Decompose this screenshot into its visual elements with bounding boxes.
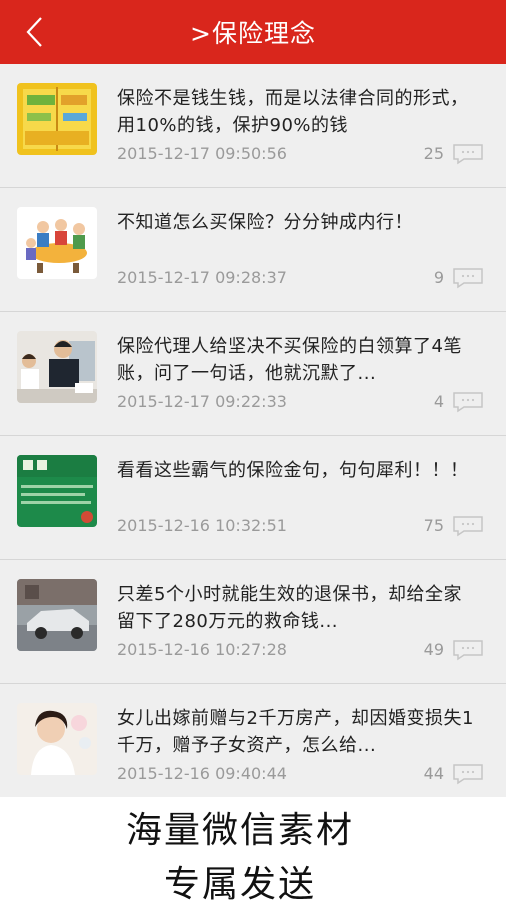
article-date: 2015-12-16 10:27:28 (117, 640, 287, 659)
article-item[interactable]: 保险不是钱生钱，而是以法律合同的形式，用10%的钱，保护90%的钱 2015-1… (0, 64, 506, 188)
article-item[interactable]: 保险代理人给坚决不买保险的白领算了4笔账，问了一句话，他就沉默了... 2015… (0, 312, 506, 436)
comment-count: 75 (423, 516, 444, 535)
article-date: 2015-12-16 10:32:51 (117, 516, 287, 535)
green-banner-image (17, 455, 97, 527)
article-date: 2015-12-16 09:40:44 (117, 764, 287, 783)
page-title: >保险理念 (190, 19, 316, 48)
article-thumbnail (17, 455, 97, 527)
article-date: 2015-12-17 09:22:33 (117, 392, 287, 411)
promo-line-1: 海量微信素材 (125, 810, 354, 851)
article-item[interactable]: 看看这些霸气的保险金句，句句犀利！！！ 2015-12-16 10:32:51 … (0, 436, 506, 560)
article-thumbnail (17, 83, 97, 155)
yellow-document-image (17, 83, 97, 155)
office-people-image (17, 331, 97, 403)
bride-image (17, 703, 97, 775)
article-thumbnail (17, 579, 97, 651)
comment-count: 25 (423, 144, 444, 163)
comment-icon[interactable] (452, 267, 484, 289)
meeting-cartoon-image (17, 207, 97, 279)
comment-icon[interactable] (452, 639, 484, 661)
comment-count: 4 (433, 392, 444, 411)
article-thumbnail (17, 703, 97, 775)
article-item[interactable]: 女儿出嫁前赠与2千万房产，却因婚变损失1千万，赠予子女资产，怎么给... 201… (0, 684, 506, 808)
article-date: 2015-12-17 09:50:56 (117, 144, 287, 163)
comment-count: 9 (433, 268, 444, 287)
article-title: 女儿出嫁前赠与2千万房产，却因婚变损失1千万，赠予子女资产，怎么给... (117, 708, 474, 756)
car-accident-image (17, 579, 97, 651)
article-title: 看看这些霸气的保险金句，句句犀利！！！ (117, 460, 469, 481)
comment-icon[interactable] (452, 143, 484, 165)
chevron-left-icon (26, 17, 42, 47)
article-item[interactable]: 只差5个小时就能生效的退保书，却给全家留下了280万元的救命钱... 2015-… (0, 560, 506, 684)
article-thumbnail (17, 207, 97, 279)
article-title: 保险代理人给坚决不买保险的白领算了4笔账，问了一句话，他就沉默了... (117, 336, 462, 384)
article-thumbnail (17, 331, 97, 403)
comment-icon[interactable] (452, 391, 484, 413)
comment-icon[interactable] (452, 763, 484, 785)
promo-line-2: 专属发送 (163, 864, 316, 900)
comment-count: 44 (423, 764, 444, 783)
article-item[interactable]: 不知道怎么买保险？分分钟成内行！ 2015-12-17 09:28:37 9 (0, 188, 506, 312)
promo-caption: 海量微信素材 专属发送 (0, 797, 506, 900)
app-header: >保险理念 (0, 0, 506, 64)
article-date: 2015-12-17 09:28:37 (117, 268, 287, 287)
article-title: 不知道怎么买保险？分分钟成内行！ (117, 212, 413, 233)
comment-icon[interactable] (452, 515, 484, 537)
article-list: 保险不是钱生钱，而是以法律合同的形式，用10%的钱，保护90%的钱 2015-1… (0, 64, 506, 808)
article-title: 保险不是钱生钱，而是以法律合同的形式，用10%的钱，保护90%的钱 (117, 88, 469, 136)
back-button[interactable] (14, 12, 54, 52)
article-title: 只差5个小时就能生效的退保书，却给全家留下了280万元的救命钱... (117, 584, 462, 632)
comment-count: 49 (423, 640, 444, 659)
